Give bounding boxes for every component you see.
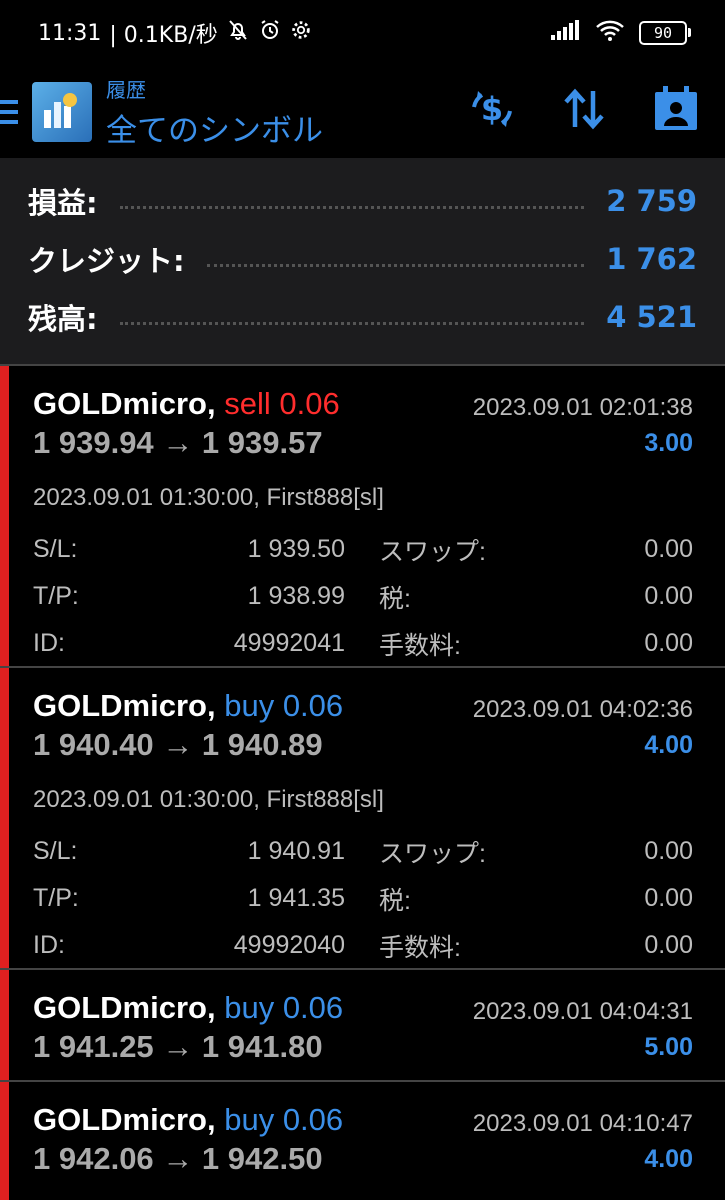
deal-type: buy 0.06 — [224, 1102, 344, 1137]
deal-profit: 4.00 — [644, 730, 693, 759]
deal-prices: 1 939.94 → 1 939.57 — [33, 425, 323, 460]
symbol-filter-title[interactable]: 全てのシンボル — [106, 105, 323, 150]
swap-value: 0.00 — [644, 535, 693, 563]
summary-row-credit: クレジット: 1 762 — [28, 230, 697, 288]
gear-icon — [290, 19, 312, 47]
deal-symbol: GOLDmicro, — [33, 1102, 216, 1137]
mute-bell-icon — [226, 18, 250, 48]
tax-value: 0.00 — [644, 884, 693, 912]
balance-label: 残高: — [28, 302, 98, 336]
tax-value: 0.00 — [644, 582, 693, 610]
sort-icon[interactable] — [559, 84, 609, 134]
id-label: ID: — [33, 931, 65, 959]
deal-type: buy 0.06 — [224, 688, 344, 723]
app-logo — [32, 82, 92, 142]
deal-marker — [0, 1082, 9, 1200]
id-value: 49992041 — [233, 629, 345, 657]
fee-label: 手数料: — [379, 933, 461, 962]
deal-details: S/L: 1 940.91 スワップ: 0.00 T/P: 1 941.35 税: 0.00… — [33, 828, 693, 969]
deal-marker — [0, 970, 9, 1080]
summary-row-profit: 損益: 2 759 — [28, 172, 697, 230]
deal-profit: 4.00 — [644, 1144, 693, 1173]
deal-item[interactable]: GOLDmicro, buy 0.06 2023.09.01 04:02:36 … — [0, 666, 725, 968]
deal-marker — [0, 366, 9, 666]
tp-label: T/P: — [33, 884, 79, 912]
deal-profit: 3.00 — [644, 428, 693, 457]
tp-value: 1 941.35 — [247, 884, 345, 912]
fee-value: 0.00 — [644, 629, 693, 657]
summary-row-balance: 残高: 4 521 — [28, 288, 697, 346]
deal-close-time: 2023.09.01 04:04:31 — [472, 998, 693, 1025]
account-summary: 損益: 2 759 クレジット: 1 762 残高: 4 521 — [0, 158, 725, 364]
network-speed: | 0.1KB/秒 — [109, 23, 218, 48]
sl-value: 1 939.50 — [247, 535, 345, 563]
battery-icon: 90 — [639, 21, 691, 45]
deal-type: buy 0.06 — [224, 990, 344, 1025]
status-right: 90 — [551, 19, 691, 47]
swap-value: 0.00 — [644, 837, 693, 865]
deal-item[interactable]: GOLDmicro, buy 0.06 2023.09.01 04:04:31 … — [0, 968, 725, 1080]
deal-profit: 5.00 — [644, 1032, 693, 1061]
deal-symbol: GOLDmicro, — [33, 386, 216, 421]
status-left: 11:31 | 0.1KB/秒 — [38, 17, 312, 49]
currency-exchange-icon[interactable]: $ — [467, 84, 517, 134]
sl-label: S/L: — [33, 837, 78, 865]
id-label: ID: — [33, 629, 65, 657]
swap-label: スワップ: — [379, 839, 486, 868]
fee-label: 手数料: — [379, 631, 461, 660]
sl-label: S/L: — [33, 535, 78, 563]
deal-close-time: 2023.09.01 04:10:47 — [472, 1110, 693, 1137]
tp-label: T/P: — [33, 582, 79, 610]
menu-icon[interactable] — [0, 100, 26, 124]
deal-symbol-line: GOLDmicro, buy 0.06 — [33, 688, 343, 724]
svg-text:$: $ — [481, 90, 503, 128]
profit-label: 損益: — [28, 186, 98, 220]
tp-value: 1 938.99 — [247, 582, 345, 610]
divider-dots — [119, 205, 585, 209]
calendar-period-icon[interactable] — [651, 84, 701, 134]
deal-symbol: GOLDmicro, — [33, 990, 216, 1025]
deal-item[interactable]: GOLDmicro, buy 0.06 2023.09.01 04:10:47 … — [0, 1080, 725, 1200]
deal-symbol-line: GOLDmicro, sell 0.06 — [33, 386, 340, 422]
wifi-icon — [595, 19, 625, 47]
deal-symbol: GOLDmicro, — [33, 688, 216, 723]
id-value: 49992040 — [233, 931, 345, 959]
divider-dots — [119, 321, 585, 325]
app-header: 履歴 全てのシンボル $ — [0, 66, 725, 158]
deal-symbol-line: GOLDmicro, buy 0.06 — [33, 1102, 343, 1138]
signal-icon — [551, 20, 581, 46]
alarm-icon — [258, 18, 282, 48]
title-block[interactable]: 履歴 全てのシンボル — [106, 74, 323, 150]
balance-value: 4 521 — [606, 300, 697, 334]
page-subtitle: 履歴 — [106, 78, 146, 102]
deal-close-time: 2023.09.01 02:01:38 — [472, 394, 693, 421]
deal-prices: 1 941.25 → 1 941.80 — [33, 1029, 323, 1064]
fee-value: 0.00 — [644, 931, 693, 959]
swap-label: スワップ: — [379, 537, 486, 566]
toolbar: $ — [467, 84, 701, 134]
deal-list: GOLDmicro, sell 0.06 2023.09.01 02:01:38… — [0, 364, 725, 1200]
profit-value: 2 759 — [606, 184, 697, 218]
deal-details: S/L: 1 939.50 スワップ: 0.00 T/P: 1 938.99 税: 0.00… — [33, 526, 693, 667]
deal-symbol-line: GOLDmicro, buy 0.06 — [33, 990, 343, 1026]
deal-type: sell 0.06 — [224, 386, 340, 421]
clock: 11:31 — [38, 20, 102, 46]
tax-label: 税: — [379, 584, 411, 613]
sl-value: 1 940.91 — [247, 837, 345, 865]
status-bar: 11:31 | 0.1KB/秒 90 — [0, 0, 725, 66]
deal-prices: 1 940.40 → 1 940.89 — [33, 727, 323, 762]
deal-marker — [0, 668, 9, 968]
deal-prices: 1 942.06 → 1 942.50 — [33, 1141, 323, 1176]
credit-value: 1 762 — [606, 242, 697, 276]
divider-dots — [206, 263, 585, 267]
deal-item[interactable]: GOLDmicro, sell 0.06 2023.09.01 02:01:38… — [0, 364, 725, 666]
deal-open-info: 2023.09.01 01:30:00, First888[sl] — [33, 786, 384, 813]
tax-label: 税: — [379, 886, 411, 915]
deal-open-info: 2023.09.01 01:30:00, First888[sl] — [33, 484, 384, 511]
deal-close-time: 2023.09.01 04:02:36 — [472, 696, 693, 723]
credit-label: クレジット: — [28, 244, 185, 278]
